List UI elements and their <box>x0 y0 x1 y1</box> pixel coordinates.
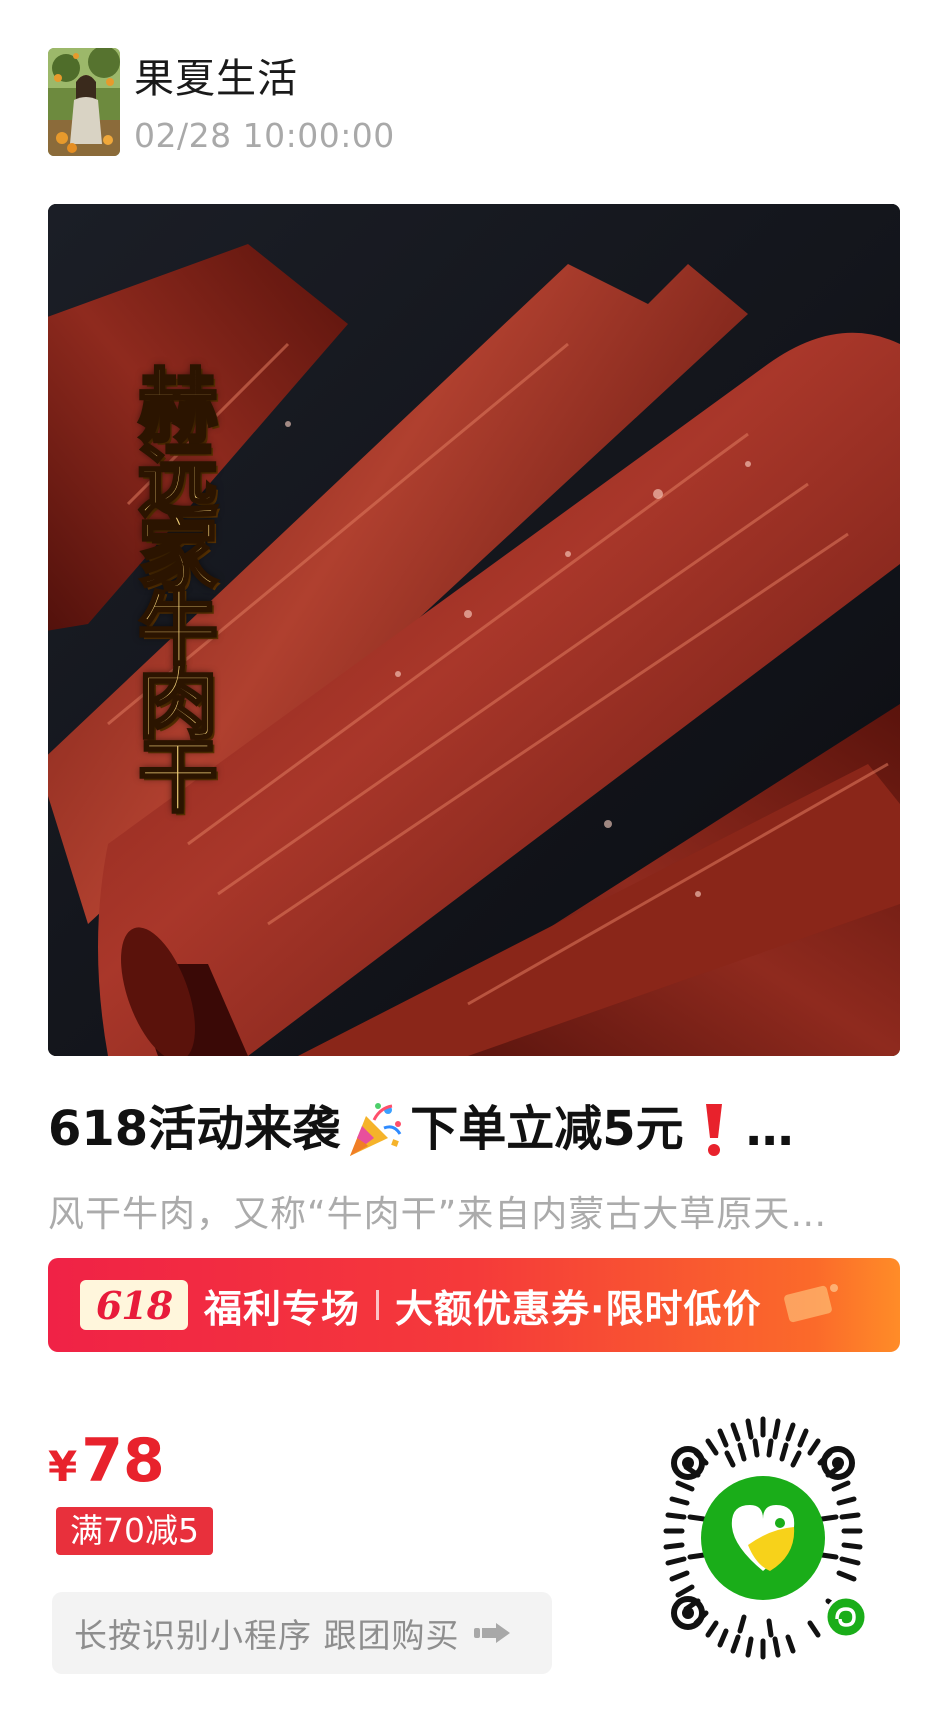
mini-program-code[interactable] <box>630 1405 896 1671</box>
group-buy-label: 长按识别小程序 跟团购买 <box>74 1616 460 1655</box>
product-title[interactable]: 618活动来袭 下单立减5元 … <box>48 1094 900 1164</box>
promo-main-text: 福利专场 <box>204 1286 361 1331</box>
promo-divider <box>376 1290 380 1320</box>
title-ellipsis: … <box>745 1101 794 1157</box>
party-popper-icon <box>344 1098 406 1160</box>
promo-banner[interactable]: 618 福利专场 大额优惠券·限时低价 <box>48 1258 900 1352</box>
promo-sub-text: 大额优惠券·限时低价 <box>395 1286 762 1331</box>
product-image[interactable]: 赫远家牛肉干 <box>48 204 900 1056</box>
price-value: 78 <box>81 1426 165 1496</box>
promo-618-logo: 618 <box>80 1280 188 1330</box>
coupon-decoration-icon <box>780 1280 840 1326</box>
shop-avatar[interactable] <box>48 48 120 156</box>
post-timestamp: 02/28 10:00:00 <box>134 116 395 155</box>
post-header: 果夏生活 02/28 10:00:00 <box>48 48 395 158</box>
product-image-caption: 赫远家牛肉干 <box>124 363 221 810</box>
shop-name[interactable]: 果夏生活 <box>134 54 395 104</box>
red-exclamation-icon <box>698 1098 730 1160</box>
product-price: ¥ 78 <box>48 1426 165 1496</box>
product-title-part1: 618活动来袭 <box>48 1101 341 1157</box>
group-buy-button[interactable]: 长按识别小程序 跟团购买 <box>52 1592 552 1674</box>
product-title-part2: 下单立减5元 <box>410 1101 684 1157</box>
discount-badge: 满70减5 <box>56 1507 213 1555</box>
hand-pointer-arrow-icon <box>473 1622 512 1644</box>
product-description: 风干牛肉，又称“牛肉干”来自内蒙古大草原天… <box>48 1194 828 1235</box>
price-currency: ¥ <box>48 1442 78 1491</box>
